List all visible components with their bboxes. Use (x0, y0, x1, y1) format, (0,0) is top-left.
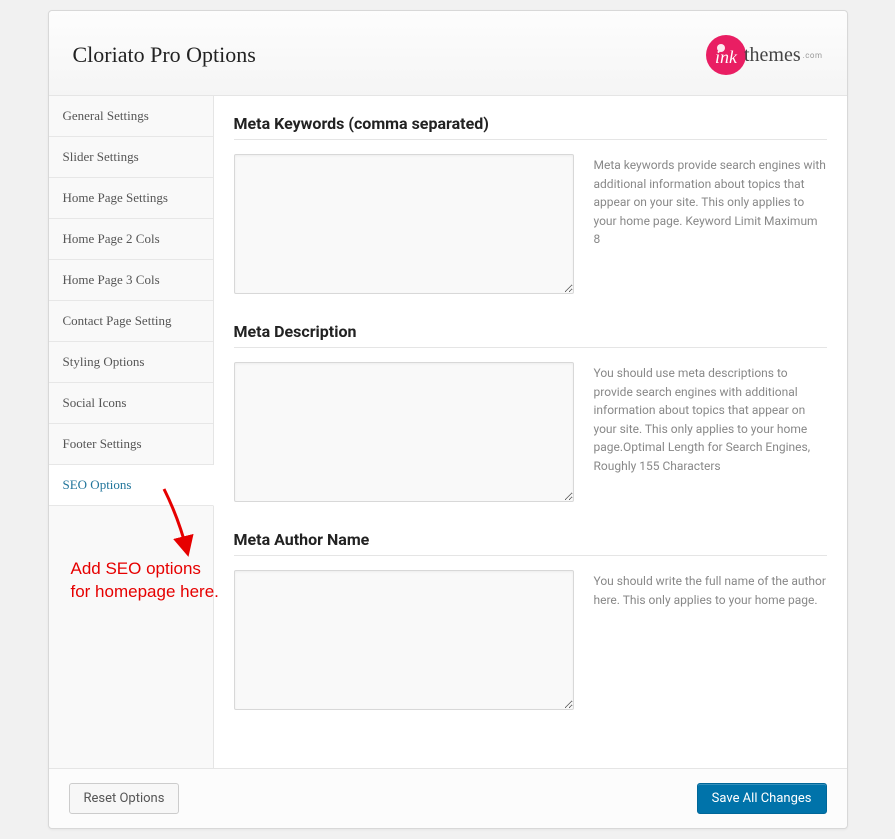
section-title: Meta Keywords (comma separated) (234, 114, 827, 140)
logo-suffix: .com (803, 51, 823, 60)
help-text: Meta keywords provide search engines wit… (594, 154, 827, 294)
section-title: Meta Description (234, 322, 827, 348)
help-text: You should write the full name of the au… (594, 570, 827, 710)
section-0: Meta Keywords (comma separated) Meta keyw… (234, 114, 827, 294)
section-title: Meta Author Name (234, 530, 827, 556)
logo-text: themes (744, 44, 801, 67)
save-button[interactable]: Save All Changes (697, 783, 827, 814)
sidebar-item-contact-page-setting[interactable]: Contact Page Setting (49, 301, 213, 342)
sidebar-item-slider-settings[interactable]: Slider Settings (49, 137, 213, 178)
field-row: You should use meta descriptions to prov… (234, 362, 827, 502)
textarea-field[interactable] (234, 570, 574, 710)
svg-text:ink: ink (715, 47, 738, 67)
panel-header: Cloriato Pro Options ink themes .com (49, 11, 847, 96)
section-1: Meta Description You should use meta desc… (234, 322, 827, 502)
help-text: You should use meta descriptions to prov… (594, 362, 827, 502)
sidebar-item-general-settings[interactable]: General Settings (49, 96, 213, 137)
sidebar-item-home-page-settings[interactable]: Home Page Settings (49, 178, 213, 219)
sidebar-item-seo-options[interactable]: SEO Options (49, 465, 214, 506)
field-row: You should write the full name of the au… (234, 570, 827, 710)
panel-body: General SettingsSlider SettingsHome Page… (49, 96, 847, 768)
brand-logo: ink themes .com (704, 33, 823, 77)
sidebar-item-footer-settings[interactable]: Footer Settings (49, 424, 213, 465)
ink-logo-icon: ink (704, 33, 748, 77)
sidebar-item-styling-options[interactable]: Styling Options (49, 342, 213, 383)
textarea-field[interactable] (234, 362, 574, 502)
reset-button[interactable]: Reset Options (69, 783, 180, 814)
options-panel: Cloriato Pro Options ink themes .com Gen… (48, 10, 848, 829)
content-area: Meta Keywords (comma separated) Meta keyw… (214, 96, 847, 768)
panel-title: Cloriato Pro Options (73, 42, 256, 68)
sidebar-item-social-icons[interactable]: Social Icons (49, 383, 213, 424)
section-2: Meta Author Name You should write the ful… (234, 530, 827, 710)
panel-footer: Reset Options Save All Changes (49, 768, 847, 828)
field-row: Meta keywords provide search engines wit… (234, 154, 827, 294)
sidebar-nav: General SettingsSlider SettingsHome Page… (49, 96, 214, 768)
sidebar-item-home-page-3-cols[interactable]: Home Page 3 Cols (49, 260, 213, 301)
textarea-field[interactable] (234, 154, 574, 294)
sidebar-item-home-page-2-cols[interactable]: Home Page 2 Cols (49, 219, 213, 260)
